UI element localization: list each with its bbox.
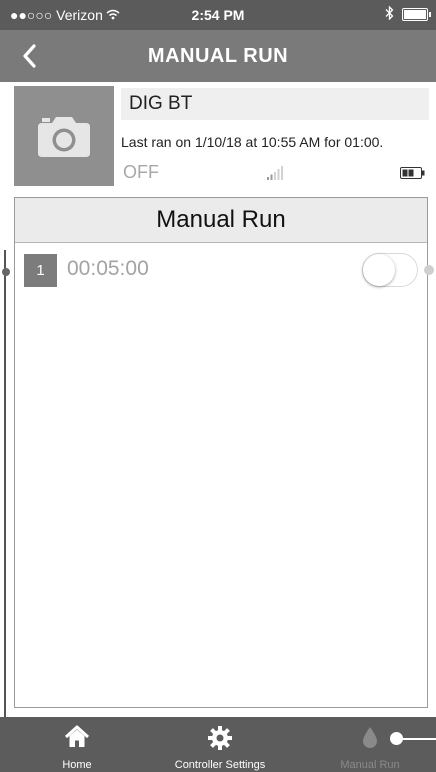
page-title: MANUAL RUN bbox=[147, 45, 289, 67]
zone-duration[interactable]: 00:05:00 bbox=[67, 257, 149, 281]
manual-run-header: Manual Run bbox=[15, 198, 427, 243]
manual-run-panel: Manual Run 1 00:05:00 bbox=[14, 197, 428, 708]
signal-icon bbox=[267, 166, 283, 185]
controller-battery-icon bbox=[400, 166, 426, 184]
tab-manual-run[interactable]: Manual Run bbox=[325, 717, 415, 772]
tab-controller-settings-label: Controller Settings bbox=[174, 759, 266, 771]
controller-state: OFF bbox=[123, 162, 159, 182]
controller-photo[interactable] bbox=[14, 86, 114, 186]
tab-slider-line bbox=[400, 738, 436, 740]
right-connector-dot bbox=[424, 265, 434, 275]
toggle-knob bbox=[363, 254, 395, 286]
home-icon bbox=[64, 725, 90, 754]
last-ran-text: Last ran on 1/10/18 at 10:55 AM for 01:0… bbox=[121, 134, 384, 150]
zone-number-badge: 1 bbox=[24, 254, 57, 287]
tab-controller-settings[interactable]: Controller Settings bbox=[160, 717, 280, 772]
zone-row: 1 00:05:00 bbox=[15, 250, 427, 290]
nav-bar: MANUAL RUN bbox=[0, 30, 436, 82]
battery-icon bbox=[402, 8, 431, 21]
camera-icon bbox=[38, 117, 90, 157]
left-connector-line bbox=[4, 250, 6, 720]
tab-slider-dot bbox=[390, 732, 403, 745]
bluetooth-icon bbox=[385, 5, 394, 23]
tab-home[interactable]: Home bbox=[40, 717, 114, 772]
zone-toggle[interactable] bbox=[362, 253, 418, 287]
controller-name-field[interactable]: DIG BT bbox=[121, 88, 429, 120]
left-connector-dot bbox=[2, 268, 10, 276]
water-drop-icon bbox=[361, 725, 379, 754]
gear-icon bbox=[207, 725, 233, 756]
status-right bbox=[385, 5, 431, 23]
tab-home-label: Home bbox=[62, 759, 92, 771]
tab-bar: Home Controller Settings Manual Run bbox=[0, 717, 436, 772]
status-bar: ●●○○○ Verizon 2:54 PM bbox=[0, 0, 436, 30]
status-time: 2:54 PM bbox=[191, 7, 245, 23]
tab-manual-run-label: Manual Run bbox=[340, 759, 400, 771]
